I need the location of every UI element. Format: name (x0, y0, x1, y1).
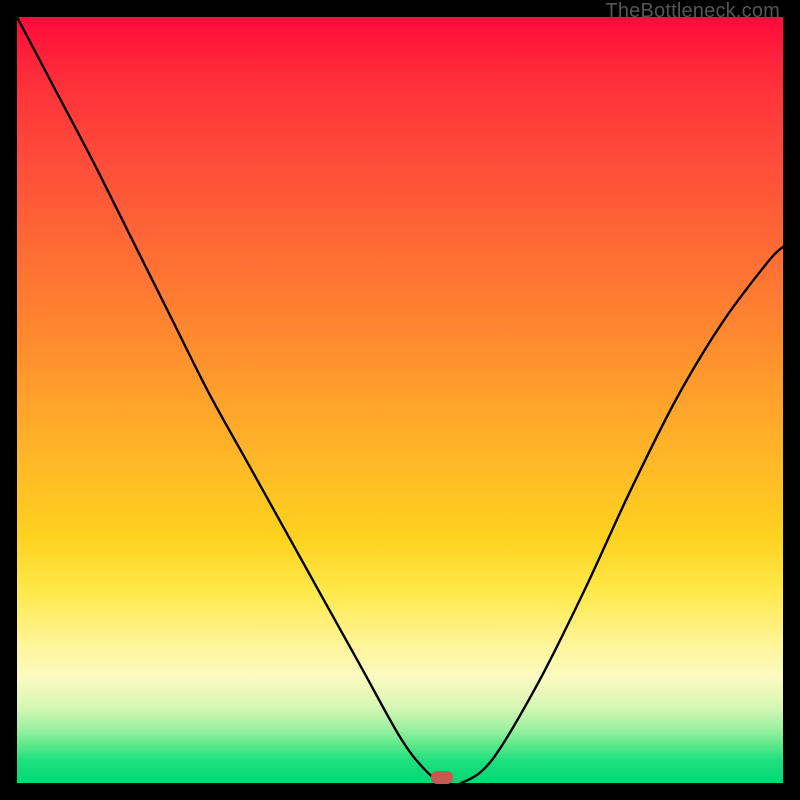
bottleneck-marker (431, 771, 453, 784)
chart-frame: TheBottleneck.com (0, 0, 800, 800)
watermark-text: TheBottleneck.com (605, 0, 780, 23)
plot-area (17, 17, 783, 783)
bottleneck-curve (17, 17, 783, 783)
